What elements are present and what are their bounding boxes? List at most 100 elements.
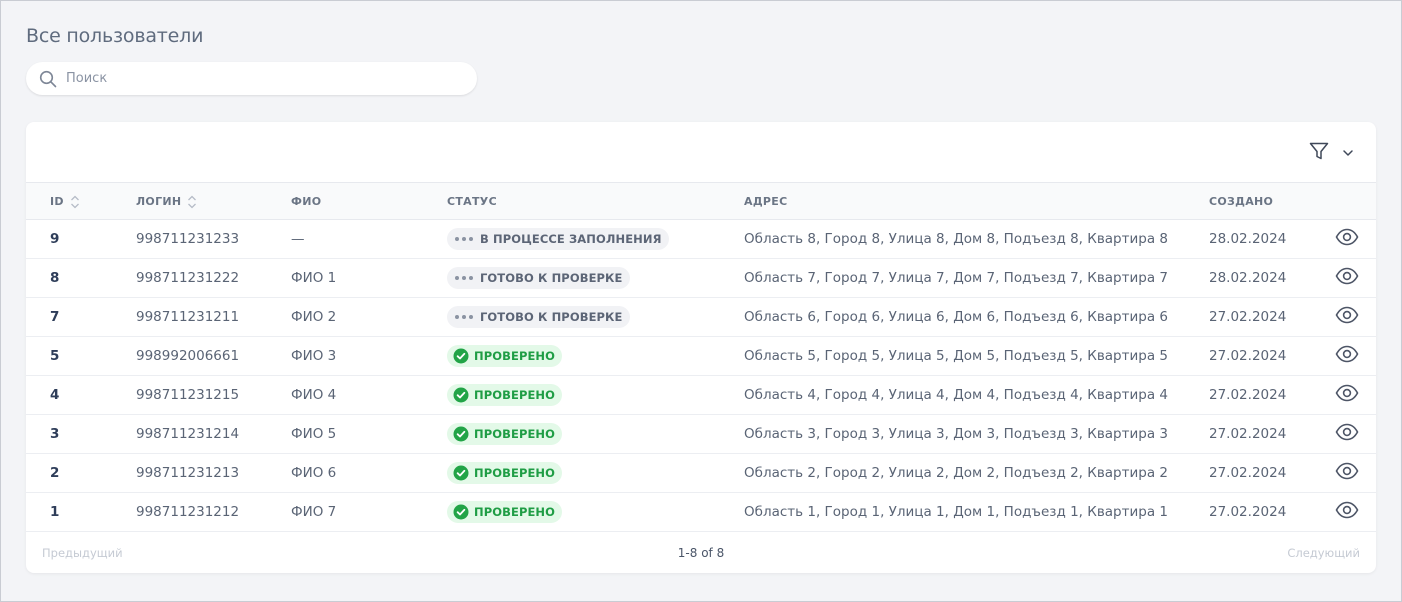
- cell-id: 8: [50, 270, 60, 286]
- eye-icon: [1335, 423, 1359, 445]
- table-row[interactable]: 3 998711231214 ФИО 5 ПРОВЕРЕНО Область 3…: [26, 415, 1376, 454]
- cell-status: ПРОВЕРЕНО: [447, 493, 563, 531]
- view-button[interactable]: [1335, 259, 1359, 297]
- view-button[interactable]: [1335, 454, 1359, 492]
- status-badge: ГОТОВО К ПРОВЕРКЕ: [447, 267, 630, 289]
- eye-icon: [1335, 267, 1359, 289]
- column-header-login[interactable]: ЛОГИН: [136, 183, 197, 220]
- cell-address: Область 1, Город 1, Улица 1, Дом 1, Подъ…: [744, 504, 1168, 520]
- status-badge: ГОТОВО К ПРОВЕРКЕ: [447, 306, 630, 328]
- sort-icon[interactable]: [187, 194, 197, 210]
- check-circle-icon: [453, 504, 469, 520]
- view-button[interactable]: [1335, 415, 1359, 453]
- column-header-id[interactable]: ID: [50, 183, 80, 220]
- eye-icon: [1335, 501, 1359, 523]
- cell-status: ГОТОВО К ПРОВЕРКЕ: [447, 298, 630, 336]
- table-row[interactable]: 7 998711231211 ФИО 2 ГОТОВО К ПРОВЕРКЕ О…: [26, 298, 1376, 337]
- column-header-fio: ФИО: [291, 195, 322, 208]
- cell-fio: ФИО 2: [291, 309, 337, 325]
- check-circle-icon: [453, 348, 469, 364]
- cell-created: 27.02.2024: [1209, 465, 1287, 481]
- search-input[interactable]: [66, 63, 466, 94]
- cell-login: 998711231213: [136, 465, 240, 481]
- search-box: [26, 62, 477, 95]
- sort-icon[interactable]: [70, 194, 80, 210]
- filter-button[interactable]: [1308, 140, 1354, 166]
- cell-id: 7: [50, 309, 60, 325]
- cell-status: ПРОВЕРЕНО: [447, 337, 563, 375]
- check-circle-icon: [453, 465, 469, 481]
- check-circle-icon: [453, 387, 469, 403]
- cell-id: 1: [50, 504, 60, 520]
- cell-fio: ФИО 3: [291, 348, 337, 364]
- status-badge: ПРОВЕРЕНО: [447, 345, 563, 367]
- eye-icon: [1335, 384, 1359, 406]
- table-row[interactable]: 9 998711231233 — В ПРОЦЕССЕ ЗАПОЛНЕНИЯ О…: [26, 220, 1376, 259]
- cell-created: 28.02.2024: [1209, 231, 1287, 247]
- table-row[interactable]: 2 998711231213 ФИО 6 ПРОВЕРЕНО Область 2…: [26, 454, 1376, 493]
- cell-address: Область 7, Город 7, Улица 7, Дом 7, Подъ…: [744, 270, 1168, 286]
- view-button[interactable]: [1335, 493, 1359, 531]
- view-button[interactable]: [1335, 220, 1359, 258]
- cell-id: 9: [50, 231, 60, 247]
- cell-status: ПРОВЕРЕНО: [447, 454, 563, 492]
- users-table-card: ID ЛОГИН ФИО СТАТУС АДРЕС СОЗДАНО 9 9987…: [26, 122, 1376, 573]
- status-badge: ПРОВЕРЕНО: [447, 384, 563, 406]
- dots-icon: [453, 274, 475, 282]
- view-button[interactable]: [1335, 337, 1359, 375]
- cell-login: 998711231211: [136, 309, 240, 325]
- cell-status: ПРОВЕРЕНО: [447, 376, 563, 414]
- cell-status: ГОТОВО К ПРОВЕРКЕ: [447, 259, 630, 297]
- cell-id: 2: [50, 465, 60, 481]
- cell-id: 3: [50, 426, 60, 442]
- cell-created: 27.02.2024: [1209, 348, 1287, 364]
- page-title: Все пользователи: [26, 25, 204, 47]
- status-badge: ПРОВЕРЕНО: [447, 423, 563, 445]
- cell-id: 4: [50, 387, 60, 403]
- cell-address: Область 5, Город 5, Улица 5, Дом 5, Подъ…: [744, 348, 1168, 364]
- table-header: ID ЛОГИН ФИО СТАТУС АДРЕС СОЗДАНО: [26, 183, 1376, 220]
- next-page-button[interactable]: Следующий: [1287, 532, 1360, 573]
- view-button[interactable]: [1335, 298, 1359, 336]
- dots-icon: [453, 235, 475, 243]
- cell-created: 28.02.2024: [1209, 270, 1287, 286]
- cell-fio: ФИО 1: [291, 270, 337, 286]
- chevron-down-icon: [1342, 144, 1354, 163]
- table-row[interactable]: 4 998711231215 ФИО 4 ПРОВЕРЕНО Область 4…: [26, 376, 1376, 415]
- status-badge: В ПРОЦЕССЕ ЗАПОЛНЕНИЯ: [447, 228, 669, 250]
- table-row[interactable]: 1 998711231212 ФИО 7 ПРОВЕРЕНО Область 1…: [26, 493, 1376, 532]
- table-row[interactable]: 8 998711231222 ФИО 1 ГОТОВО К ПРОВЕРКЕ О…: [26, 259, 1376, 298]
- eye-icon: [1335, 228, 1359, 250]
- view-button[interactable]: [1335, 376, 1359, 414]
- column-header-status: СТАТУС: [447, 195, 497, 208]
- cell-fio: ФИО 6: [291, 465, 337, 481]
- cell-id: 5: [50, 348, 60, 364]
- table-body: 9 998711231233 — В ПРОЦЕССЕ ЗАПОЛНЕНИЯ О…: [26, 220, 1376, 532]
- table-toolbar: [26, 122, 1376, 183]
- cell-fio: —: [291, 231, 305, 247]
- cell-login: 998992006661: [136, 348, 240, 364]
- search-icon: [26, 62, 66, 95]
- cell-created: 27.02.2024: [1209, 426, 1287, 442]
- cell-login: 998711231222: [136, 270, 240, 286]
- cell-created: 27.02.2024: [1209, 387, 1287, 403]
- eye-icon: [1335, 345, 1359, 367]
- pagination: Предыдущий 1-8 of 8 Следующий: [26, 532, 1376, 573]
- cell-created: 27.02.2024: [1209, 504, 1287, 520]
- cell-login: 998711231215: [136, 387, 240, 403]
- table-row[interactable]: 5 998992006661 ФИО 3 ПРОВЕРЕНО Область 5…: [26, 337, 1376, 376]
- cell-address: Область 4, Город 4, Улица 4, Дом 4, Подъ…: [744, 387, 1168, 403]
- cell-fio: ФИО 4: [291, 387, 337, 403]
- pagination-info: 1-8 of 8: [677, 545, 725, 560]
- check-circle-icon: [453, 426, 469, 442]
- eye-icon: [1335, 462, 1359, 484]
- cell-address: Область 2, Город 2, Улица 2, Дом 2, Подъ…: [744, 465, 1168, 481]
- cell-address: Область 6, Город 6, Улица 6, Дом 6, Подъ…: [744, 309, 1168, 325]
- cell-login: 998711231212: [136, 504, 240, 520]
- status-badge: ПРОВЕРЕНО: [447, 462, 563, 484]
- cell-status: ПРОВЕРЕНО: [447, 415, 563, 453]
- column-header-address: АДРЕС: [744, 195, 788, 208]
- status-badge: ПРОВЕРЕНО: [447, 501, 563, 523]
- dots-icon: [453, 313, 475, 321]
- cell-address: Область 3, Город 3, Улица 3, Дом 3, Подъ…: [744, 426, 1168, 442]
